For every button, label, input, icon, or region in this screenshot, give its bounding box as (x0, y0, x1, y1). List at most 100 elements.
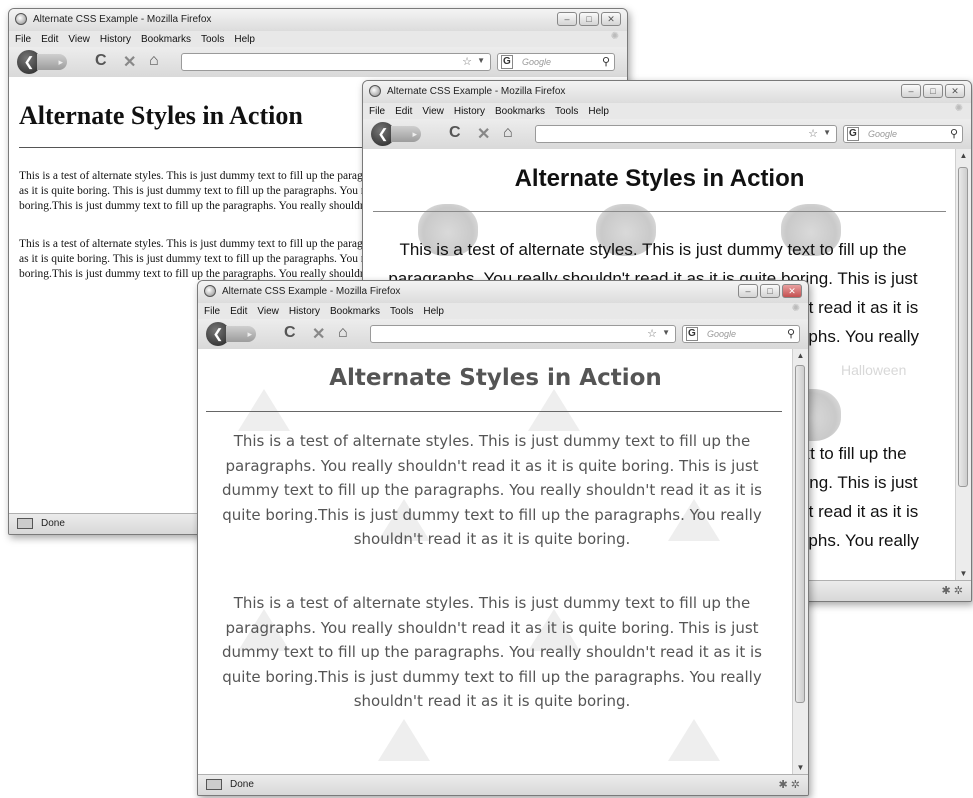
url-bar[interactable]: ☆ ▼ (181, 53, 491, 71)
home-icon[interactable]: ⌂ (338, 324, 348, 342)
page-heading: Alternate Styles in Action (514, 165, 805, 192)
url-dropdown-icon[interactable]: ▼ (823, 128, 831, 137)
page-heading: Alternate Styles in Action (19, 101, 303, 130)
search-icon[interactable]: ⚲ (787, 327, 795, 340)
menu-help[interactable]: Help (234, 34, 255, 45)
menu-file[interactable]: File (204, 306, 220, 317)
throbber-icon: ✺ (610, 31, 619, 42)
search-icon[interactable]: ⚲ (602, 55, 610, 68)
tree-watermark (528, 389, 580, 431)
maximize-button[interactable]: □ (579, 12, 599, 26)
google-engine-icon[interactable]: G (847, 127, 859, 141)
tree-watermark (668, 719, 720, 761)
reload-icon[interactable]: C (95, 52, 107, 70)
window-title: Alternate CSS Example - Mozilla Firefox (33, 14, 212, 25)
menu-file[interactable]: File (369, 106, 385, 117)
search-box[interactable]: G Google ⚲ (682, 325, 800, 343)
menu-history[interactable]: History (289, 306, 320, 317)
home-icon[interactable]: ⌂ (503, 124, 513, 142)
url-dropdown-icon[interactable]: ▼ (662, 328, 670, 337)
menu-tools[interactable]: Tools (390, 306, 413, 317)
close-button[interactable]: ✕ (782, 284, 802, 298)
menu-tools[interactable]: Tools (201, 34, 224, 45)
menu-history[interactable]: History (100, 34, 131, 45)
reload-icon[interactable]: C (449, 124, 461, 142)
menu-file[interactable]: File (15, 34, 31, 45)
menu-edit[interactable]: Edit (41, 34, 58, 45)
paragraph-1: This is a test of alternate styles. This… (222, 432, 762, 548)
window-title: Alternate CSS Example - Mozilla Firefox (387, 86, 566, 97)
firefox-icon (204, 285, 216, 297)
reload-icon[interactable]: C (284, 324, 296, 342)
search-box[interactable]: G Google ⚲ (497, 53, 615, 71)
stop-icon[interactable]: ✕ (477, 124, 490, 144)
title-bar[interactable]: Alternate CSS Example - Mozilla Firefox … (363, 81, 971, 103)
scroll-down-arrow[interactable]: ▼ (956, 567, 971, 581)
maximize-button[interactable]: □ (760, 284, 780, 298)
menu-view[interactable]: View (257, 306, 279, 317)
maximize-button[interactable]: □ (923, 84, 943, 98)
scroll-down-arrow[interactable]: ▼ (793, 761, 808, 775)
menu-bookmarks[interactable]: Bookmarks (330, 306, 380, 317)
status-text: Done (41, 518, 65, 529)
scroll-thumb[interactable] (958, 167, 968, 487)
close-button[interactable]: ✕ (601, 12, 621, 26)
bookmark-star-icon[interactable]: ☆ (462, 55, 472, 68)
google-engine-icon[interactable]: G (501, 55, 513, 69)
stop-icon[interactable]: ✕ (123, 52, 136, 72)
minimize-button[interactable]: – (901, 84, 921, 98)
search-placeholder: Google (868, 129, 898, 139)
minimize-button[interactable]: – (738, 284, 758, 298)
throbber-icon: ✺ (791, 303, 800, 314)
page-content: Alternate Styles in Action This is a tes… (198, 349, 808, 775)
url-dropdown-icon[interactable]: ▼ (477, 56, 485, 65)
forward-button[interactable]: ▸ (226, 326, 256, 342)
horizontal-rule (373, 211, 946, 212)
menu-edit[interactable]: Edit (230, 306, 247, 317)
title-bar[interactable]: Alternate CSS Example - Mozilla Firefox … (9, 9, 627, 31)
status-bar: Done ✱ ✲ (198, 774, 808, 795)
google-engine-icon[interactable]: G (686, 327, 698, 341)
menu-bar: File Edit View History Bookmarks Tools H… (9, 31, 627, 47)
menu-view[interactable]: View (68, 34, 90, 45)
menu-view[interactable]: View (422, 106, 444, 117)
menu-help[interactable]: Help (588, 106, 609, 117)
url-bar[interactable]: ☆ ▼ (370, 325, 676, 343)
forward-button[interactable]: ▸ (37, 54, 67, 70)
search-placeholder: Google (707, 329, 737, 339)
forward-button[interactable]: ▸ (391, 126, 421, 142)
vertical-scrollbar[interactable]: ▲ ▼ (955, 149, 971, 581)
close-button[interactable]: ✕ (945, 84, 965, 98)
menu-help[interactable]: Help (423, 306, 444, 317)
scroll-up-arrow[interactable]: ▲ (956, 149, 971, 163)
status-addon-icons: ✱ ✲ (941, 585, 964, 597)
scroll-thumb[interactable] (795, 365, 805, 703)
menu-bar: File Edit View History Bookmarks Tools H… (363, 103, 971, 119)
minimize-button[interactable]: – (557, 12, 577, 26)
navigation-toolbar: ✺ ❮ ▸ C ✕ ⌂ ☆ ▼ G Google ⚲ (363, 103, 971, 150)
vertical-scrollbar[interactable]: ▲ ▼ (792, 349, 808, 775)
menu-edit[interactable]: Edit (395, 106, 412, 117)
stop-icon[interactable]: ✕ (312, 324, 325, 344)
page-heading: Alternate Styles in Action (329, 365, 662, 391)
bookmark-star-icon[interactable]: ☆ (647, 327, 657, 340)
window-title: Alternate CSS Example - Mozilla Firefox (222, 286, 401, 297)
menu-history[interactable]: History (454, 106, 485, 117)
home-icon[interactable]: ⌂ (149, 52, 159, 70)
menu-tools[interactable]: Tools (555, 106, 578, 117)
browser-window-comic: Alternate CSS Example - Mozilla Firefox … (197, 280, 809, 796)
scroll-up-arrow[interactable]: ▲ (793, 349, 808, 363)
navigation-toolbar: ✺ ❮ ▸ C ✕ ⌂ ☆ ▼ G Google ⚲ (198, 303, 808, 350)
url-bar[interactable]: ☆ ▼ (535, 125, 837, 143)
bookmark-star-icon[interactable]: ☆ (808, 127, 818, 140)
paragraph-2: This is a test of alternate styles. This… (222, 594, 762, 710)
horizontal-rule (206, 411, 782, 412)
menu-bookmarks[interactable]: Bookmarks (495, 106, 545, 117)
search-placeholder: Google (522, 57, 552, 67)
navigation-toolbar: ✺ ❮ ▸ C ✕ ⌂ ☆ ▼ G Google ⚲ (9, 31, 627, 78)
title-bar[interactable]: Alternate CSS Example - Mozilla Firefox … (198, 281, 808, 303)
search-box[interactable]: G Google ⚲ (843, 125, 963, 143)
search-icon[interactable]: ⚲ (950, 127, 958, 140)
menu-bookmarks[interactable]: Bookmarks (141, 34, 191, 45)
status-text: Done (230, 779, 254, 790)
